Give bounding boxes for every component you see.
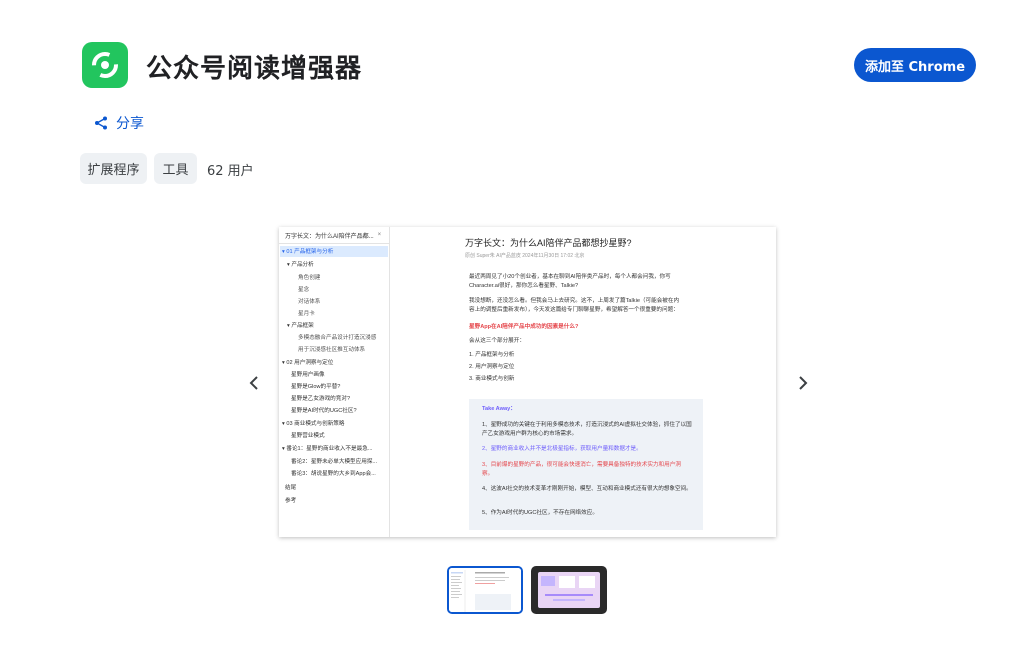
- screenshot-main: 万字长文：为什么AI陪伴产品都... × ▾ 01 产品框架与分析 ▾ 产品分析…: [279, 227, 776, 537]
- tab-title: 万字长文：为什么AI陪伴产品都...: [285, 233, 374, 240]
- subcategory-chip[interactable]: 工具: [154, 153, 197, 184]
- toc-item[interactable]: 结尾: [285, 484, 296, 492]
- toc-item[interactable]: ▾ 02 用户洞察与定位: [282, 359, 333, 367]
- outline-item: 3. 商业模式与创新: [469, 376, 515, 382]
- article-paragraph: 会从这三个部分展开：: [469, 338, 525, 344]
- toc-item[interactable]: 星野营业模式: [291, 432, 325, 440]
- thumbnail-2[interactable]: [531, 566, 607, 614]
- article-title: 万字长文：为什么AI陪伴产品都想抄星野?: [465, 238, 632, 248]
- toc-item[interactable]: ▾ 03 商业模式与创新策略: [282, 420, 344, 428]
- takeaway-item: 3、目前爆的星野的产品，很可能会快速消亡，需要具备独特的技术实力和用户洞察。: [482, 462, 681, 477]
- toc-item[interactable]: 星月卡: [298, 310, 315, 318]
- carousel-next-button[interactable]: [793, 372, 813, 394]
- toc-item[interactable]: 星野是AI时代的UGC社区?: [291, 407, 357, 415]
- takeaway-box: Take Away： 1、星野成功的关键在于利用多模态技术，打造沉浸式的AI虚拟…: [469, 399, 703, 530]
- toc-item[interactable]: 番论2：星野未必单大模型应用探...: [291, 458, 377, 466]
- toc-item[interactable]: 星念: [298, 286, 309, 294]
- article-question: 星野App在AI陪伴产品中成功的因素是什么?: [469, 324, 579, 330]
- toc-item[interactable]: 对话体系: [298, 298, 320, 306]
- toc-item[interactable]: ▾ 产品分析: [287, 261, 314, 269]
- toc-tab: 万字长文：为什么AI陪伴产品都... ×: [279, 227, 389, 244]
- article-paragraph: 最近两周见了小20个创业者，基本在聊到AI陪伴类产品时，每个人都会问我，你写Ch…: [469, 274, 671, 289]
- toc-item[interactable]: 多模态融合产品设计打造沉浸感: [298, 334, 376, 342]
- takeaway-item: 5、作为AI时代的UGC社区，不存在网络效应。: [482, 510, 598, 516]
- toc-item[interactable]: ▾ 产品框架: [287, 322, 314, 330]
- toc-item[interactable]: 星野是Glow的平替?: [291, 383, 340, 391]
- article-content: 万字长文：为什么AI陪伴产品都想抄星野? 原创 Super朱 AI产品蓝皮 20…: [397, 227, 769, 537]
- category-chip[interactable]: 扩展程序: [80, 153, 147, 184]
- thumbnail-1[interactable]: [447, 566, 523, 614]
- toc-sidebar: 万字长文：为什么AI陪伴产品都... × ▾ 01 产品框架与分析 ▾ 产品分析…: [279, 227, 390, 537]
- outline-item: 2. 用户洞察与定位: [469, 364, 515, 370]
- wechat-reader-logo-icon: [92, 52, 118, 78]
- app-logo: [82, 42, 128, 88]
- chevron-left-icon: [249, 376, 258, 390]
- toc-item[interactable]: 番论3：胡说星野的大乡到App会...: [291, 470, 376, 478]
- takeaway-title: Take Away：: [482, 406, 516, 412]
- carousel-prev-button[interactable]: [244, 372, 264, 394]
- toc-item[interactable]: ▾ 番论1：星野的商业收入不是最急...: [282, 445, 372, 453]
- toc-item[interactable]: 参考: [285, 497, 296, 505]
- user-count: 62 用户: [207, 164, 254, 179]
- takeaway-item: 1、星野成功的关键在于利用多模态技术，打造沉浸式的AI虚拟社交体验，抓住了以国产…: [482, 422, 692, 437]
- article-paragraph: 我没想断，还没怎么看。但我会马上去研究。这不，上周发了篇Talkie（可能会被在…: [469, 298, 680, 313]
- toc-item[interactable]: ▾ 01 产品框架与分析: [282, 248, 333, 256]
- article-meta: 原创 Super朱 AI产品蓝皮 2024年11月30日 17:02 北京: [465, 253, 585, 259]
- share-label: 分享: [116, 116, 144, 132]
- close-icon[interactable]: ×: [378, 232, 382, 238]
- thumbnail-preview-image: [449, 568, 521, 612]
- toc-item[interactable]: 角色创建: [298, 274, 320, 282]
- chevron-right-icon: [799, 376, 808, 390]
- share-button[interactable]: 分享: [94, 113, 144, 133]
- toc-item[interactable]: 星野是乙女游戏的竞对?: [291, 395, 350, 403]
- toc-item[interactable]: 星野用户画像: [291, 371, 325, 379]
- share-icon: [95, 116, 107, 130]
- takeaway-item: 4、这波AI社交的技术变革才刚刚开始，模型、互动和商业模式还有很大的想象空间。: [482, 486, 692, 492]
- takeaway-item: 2、星野的商业收入并不是北极星指标，获取用户量和数据才是。: [482, 446, 642, 452]
- toc-item[interactable]: 用于沉浸感社区推互动体系: [298, 346, 365, 354]
- outline-item: 1. 产品框架与分析: [469, 352, 515, 358]
- add-to-chrome-button[interactable]: 添加至 Chrome: [854, 48, 976, 82]
- thumbnail-preview-image: [533, 568, 605, 612]
- app-title: 公众号阅读增强器: [146, 54, 363, 84]
